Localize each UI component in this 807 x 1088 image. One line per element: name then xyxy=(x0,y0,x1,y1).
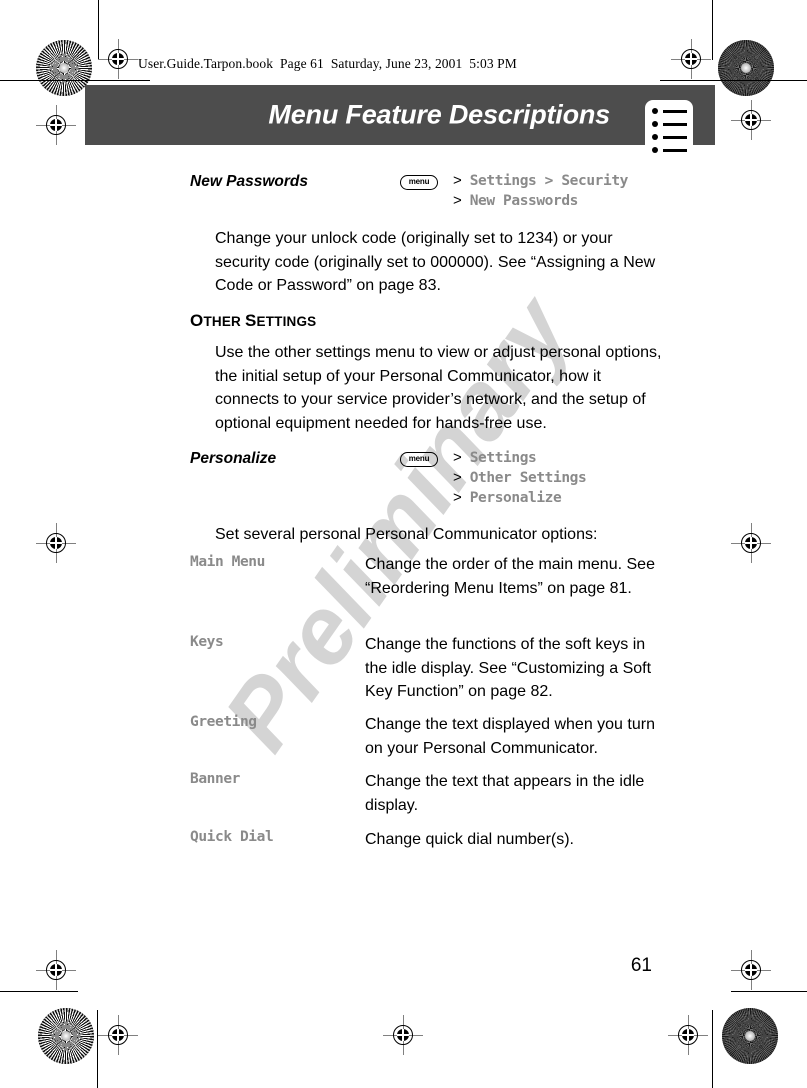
menu-path-lines: > Settings > Other Settings > Personaliz… xyxy=(453,448,587,508)
path-text: New Passwords xyxy=(469,193,579,209)
trim-line-bottom-right-h xyxy=(731,991,807,993)
entry-term: Personalize xyxy=(190,450,277,467)
registration-mark-right-upper xyxy=(731,100,771,140)
menu-path-lines: > Settings > Security > New Passwords xyxy=(453,171,628,211)
definition-term: Main Menu xyxy=(190,554,265,570)
file-info-header: User.Guide.Tarpon.book Page 61 Saturday,… xyxy=(138,56,517,71)
registration-mark-left-lower xyxy=(36,950,76,990)
path-chevron: > xyxy=(453,449,462,466)
path-text: Other Settings xyxy=(469,470,587,486)
definition-term: Banner xyxy=(190,771,240,787)
definition-text: Change the functions of the soft keys in… xyxy=(365,636,652,700)
menu-key-icon: menu xyxy=(400,452,438,467)
trim-line-top-left-h xyxy=(0,80,150,82)
menu-path-line: > Settings > Security xyxy=(453,171,628,191)
trim-line-bottom-right-v xyxy=(712,1010,714,1088)
page-title: Menu Feature Descriptions xyxy=(268,99,610,130)
other-settings-body: Use the other settings menu to view or a… xyxy=(215,344,662,432)
registration-mark-bottom-left xyxy=(98,1015,138,1055)
registration-mark-left-middle xyxy=(36,523,76,563)
registration-mark-left-upper xyxy=(36,105,76,145)
print-calibration-star-top-right xyxy=(718,40,774,96)
definition-text: Change the order of the main menu. See “… xyxy=(365,556,655,597)
section-heading-other-settings: OTHER SETTINGS OTHER SETTINGS xyxy=(190,311,316,331)
definition-term: Keys xyxy=(190,634,224,650)
path-text: Personalize xyxy=(469,490,562,506)
registration-mark-bottom-center xyxy=(383,1015,423,1055)
path-chevron: > xyxy=(453,489,462,506)
path-chevron: > xyxy=(453,192,462,209)
entry-term: New Passwords xyxy=(190,173,309,190)
menu-path-line: > Settings xyxy=(453,448,586,468)
menu-path-line: > Other Settings xyxy=(453,468,587,488)
menu-path-line: > New Passwords xyxy=(453,191,628,211)
trim-line-top-right-v xyxy=(712,0,714,60)
menu-path-line: > Personalize xyxy=(453,488,586,508)
bulleted-list-icon xyxy=(645,100,693,160)
registration-mark-top-right xyxy=(671,39,711,79)
registration-mark-bottom-right xyxy=(668,1015,708,1055)
print-calibration-star-bottom-right xyxy=(722,1008,778,1064)
definition-term: Greeting xyxy=(190,714,257,730)
menu-key-icon: menu xyxy=(400,175,438,190)
registration-mark-top-left xyxy=(98,39,138,79)
personalize-body: Set several personal Personal Communicat… xyxy=(215,526,598,543)
definition-text: Change the text that appears in the idle… xyxy=(365,773,645,814)
definition-text: Change the text displayed when you turn … xyxy=(365,716,655,757)
print-calibration-star-top-left xyxy=(36,40,92,96)
new-passwords-body: Change your unlock code (originally set … xyxy=(215,230,656,294)
chapter-title-bar: Menu Feature Descriptions xyxy=(85,85,715,145)
definition-text: Change quick dial number(s). xyxy=(365,831,574,848)
trim-line-top-right-h xyxy=(660,80,807,82)
page-number: 61 xyxy=(630,955,652,976)
section-heading-visual: OTHER SETTINGS xyxy=(190,311,317,330)
print-calibration-star-bottom-left xyxy=(38,1008,94,1064)
registration-mark-right-middle xyxy=(731,523,771,563)
definition-term: Quick Dial xyxy=(190,829,274,845)
path-text: Settings > Security xyxy=(469,173,629,189)
registration-mark-right-lower xyxy=(731,950,771,990)
trim-line-bottom-left-h xyxy=(0,991,78,993)
path-chevron: > xyxy=(453,469,462,486)
path-chevron: > xyxy=(453,172,462,189)
path-text: Settings xyxy=(469,450,537,466)
